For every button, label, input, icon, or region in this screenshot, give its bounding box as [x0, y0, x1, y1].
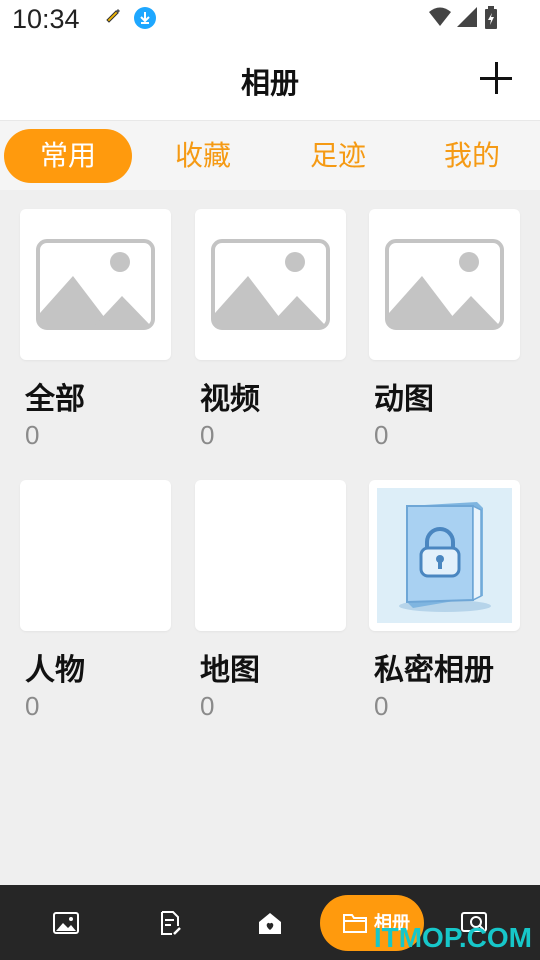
album-count: 0 — [200, 691, 215, 721]
status-bar: 10:34 — [0, 0, 540, 36]
watermark: ITMOP.COM — [373, 922, 532, 953]
tab-favorites[interactable]: 收藏 — [139, 129, 267, 183]
wifi-icon — [429, 7, 451, 26]
tab-footprints[interactable]: 足迹 — [274, 129, 402, 183]
album-title: 动图 — [374, 382, 434, 417]
album-card-gif[interactable] — [369, 209, 520, 360]
pencil-notification-icon — [106, 9, 120, 23]
album-title: 地图 — [200, 653, 260, 688]
album-count: 0 — [200, 420, 215, 450]
album-count: 0 — [374, 420, 389, 450]
tab-mine[interactable]: 我的 — [408, 129, 536, 183]
image-placeholder-icon — [211, 239, 330, 330]
image-placeholder-icon — [36, 239, 155, 330]
album-title: 视频 — [200, 382, 260, 417]
add-album-button[interactable] — [480, 62, 512, 94]
image-placeholder-icon — [385, 239, 504, 330]
album-title: 人物 — [25, 653, 85, 688]
album-card-all[interactable] — [20, 209, 171, 360]
signal-icon — [457, 7, 477, 27]
album-count: 0 — [374, 691, 389, 721]
album-count: 0 — [25, 691, 40, 721]
download-notification-icon — [134, 7, 156, 29]
battery-icon — [485, 6, 497, 29]
album-card-people[interactable] — [20, 480, 171, 631]
album-title: 私密相册 — [374, 653, 494, 688]
app-header: 相册 — [0, 36, 540, 120]
folder-icon — [343, 914, 367, 933]
document-edit-icon[interactable] — [156, 909, 184, 937]
home-icon[interactable] — [256, 909, 284, 937]
album-count: 0 — [25, 420, 40, 450]
page-title: 相册 — [240, 66, 299, 100]
tab-bar: 常用 收藏 足迹 我的 — [0, 120, 540, 190]
album-card-map[interactable] — [195, 480, 346, 631]
album-title: 全部 — [25, 382, 85, 417]
album-card-video[interactable] — [195, 209, 346, 360]
tab-common[interactable]: 常用 — [4, 129, 132, 183]
status-time: 10:34 — [12, 4, 80, 34]
locked-book-icon — [377, 488, 512, 623]
photo-icon[interactable] — [52, 909, 80, 937]
album-card-private[interactable] — [369, 480, 520, 631]
